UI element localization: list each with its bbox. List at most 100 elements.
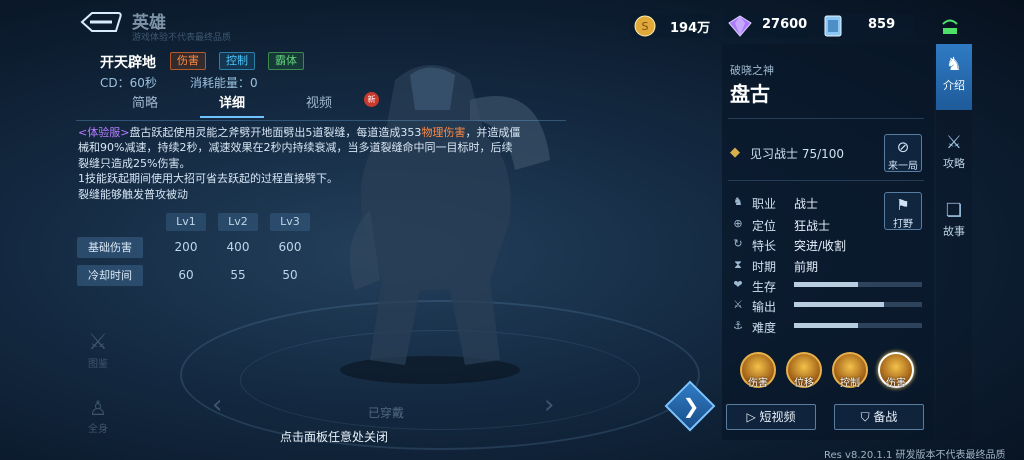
prepare-label: 备战 bbox=[873, 410, 898, 424]
next-skin-arrow[interactable]: › bbox=[544, 390, 554, 420]
jungle-label: 打野 bbox=[893, 219, 913, 230]
tab-detail[interactable]: 详细 bbox=[197, 92, 267, 118]
fullbody-label: 全身 bbox=[88, 424, 108, 435]
attr-value-specialty: 突进/收割 bbox=[794, 239, 847, 253]
skill-cooldown: CD：60秒 bbox=[100, 76, 157, 90]
play-once-button[interactable]: ⊘ 来一局 bbox=[884, 134, 922, 172]
level-header-1: Lv1 bbox=[166, 213, 206, 231]
short-video-button[interactable]: ▷ 短视频 bbox=[726, 404, 816, 430]
short-video-label: 短视频 bbox=[759, 410, 796, 424]
table-cell: 60 bbox=[178, 268, 194, 282]
specialty-icon: ↻ bbox=[733, 237, 743, 250]
damage-bar-fill bbox=[794, 302, 884, 307]
fullbody-item[interactable]: ♙ 全身 bbox=[78, 396, 118, 435]
skill-name: 开天辟地 bbox=[100, 55, 156, 71]
damage-bar bbox=[794, 302, 922, 307]
divider bbox=[728, 118, 924, 119]
desc-line-3: 裂缝只造成25%伤害。 bbox=[78, 156, 191, 170]
play-once-label: 来一局 bbox=[888, 161, 918, 172]
attr-value-class: 战士 bbox=[794, 197, 819, 211]
voucher-value: 859 bbox=[868, 17, 896, 32]
attr-key-position: 定位 bbox=[752, 219, 777, 233]
gallery-label: 图鉴 bbox=[88, 359, 108, 370]
difficulty-icon: ⚓ bbox=[733, 319, 743, 332]
desc-line-5: 裂缝能够触发普攻被动 bbox=[78, 187, 188, 201]
nav-intro-label: 介绍 bbox=[943, 79, 965, 92]
row-label-cooldown: 冷却时间 bbox=[77, 265, 143, 286]
row-label-base-damage: 基础伤害 bbox=[77, 237, 143, 258]
nav-guide-label: 攻略 bbox=[943, 157, 965, 170]
close-hint: 点击面板任意处关闭 bbox=[280, 430, 389, 444]
skill-tabs: 简略 详细 视频 bbox=[90, 92, 560, 120]
survival-icon: ❤ bbox=[733, 278, 743, 291]
table-cell: 55 bbox=[230, 268, 246, 282]
desc-physical-damage: 物理伤害 bbox=[421, 126, 466, 139]
nav-intro[interactable]: ♞ 介绍 bbox=[936, 44, 972, 110]
stat-key-damage: 输出 bbox=[752, 300, 777, 314]
table-cell: 400 bbox=[226, 240, 250, 254]
back-button[interactable] bbox=[78, 10, 122, 34]
active-tab-indicator bbox=[200, 116, 264, 118]
prev-skin-arrow[interactable]: ‹ bbox=[212, 390, 222, 420]
jungle-button[interactable]: ⚑ 打野 bbox=[884, 192, 922, 230]
attr-key-class: 职业 bbox=[752, 197, 777, 211]
badge-label: 伤害 bbox=[748, 378, 768, 389]
play-icon: ▷ bbox=[746, 410, 760, 424]
voucher-card-icon bbox=[824, 15, 842, 37]
skill-description: <体验服>盘古跃起使用灵能之斧劈开地面劈出5道裂缝，每道造成353物理伤害，并造… bbox=[78, 125, 548, 202]
gold-coin-icon: S bbox=[634, 15, 656, 37]
stat-key-difficulty: 难度 bbox=[752, 321, 777, 335]
nav-guide[interactable]: ⚔ 攻略 bbox=[936, 122, 972, 188]
version-note: Res v8.20.1.1 研发版本不代表最终品质 bbox=[824, 450, 1006, 460]
new-badge: 新 bbox=[364, 92, 379, 107]
diamond-icon bbox=[728, 15, 752, 37]
level-header-2: Lv2 bbox=[218, 213, 258, 231]
level-header-3: Lv3 bbox=[270, 213, 310, 231]
book-icon: ❏ bbox=[945, 200, 963, 221]
nav-story-label: 故事 bbox=[943, 225, 965, 238]
divider bbox=[728, 180, 924, 181]
table-cell: 200 bbox=[174, 240, 198, 254]
shield-icon: ⛉ bbox=[860, 410, 874, 424]
gold-value: 194万 bbox=[670, 21, 711, 36]
difficulty-bar-fill bbox=[794, 323, 858, 328]
skill-tag-damage: 伤害 bbox=[170, 52, 206, 70]
tab-divider bbox=[76, 120, 566, 121]
badge-label: 控制 bbox=[840, 378, 860, 389]
position-icon: ⊕ bbox=[733, 217, 743, 230]
survival-bar-fill bbox=[794, 282, 858, 287]
skill-tag-unstoppable: 霸体 bbox=[268, 52, 304, 70]
desc-line-1a: 盘古跃起使用灵能之斧劈开地面劈出5道裂缝，每道造成353 bbox=[129, 126, 422, 139]
crossed-swords-icon: ⚔ bbox=[945, 132, 963, 153]
tab-video[interactable]: 视频 bbox=[284, 92, 354, 118]
hero-name: 盘古 bbox=[730, 82, 770, 106]
network-signal-icon bbox=[942, 19, 958, 34]
helmet-icon: ♞ bbox=[945, 54, 963, 75]
chevron-right-icon: ❯ bbox=[682, 394, 700, 418]
stat-key-survival: 生存 bbox=[752, 280, 777, 294]
fullbody-icon: ♙ bbox=[89, 396, 107, 420]
hero-title: 破晓之神 bbox=[730, 64, 774, 77]
gallery-item[interactable]: ⚔ 图鉴 bbox=[78, 330, 118, 370]
prepare-button[interactable]: ⛉ 备战 bbox=[834, 404, 924, 430]
nav-story[interactable]: ❏ 故事 bbox=[936, 190, 972, 256]
rank-icon: ◆ bbox=[730, 145, 740, 160]
page-subtitle: 游戏体验不代表最终品质 bbox=[132, 33, 232, 43]
difficulty-bar bbox=[794, 323, 922, 328]
skill-energy-cost: 消耗能量：0 bbox=[190, 76, 258, 90]
jungle-icon: ⚑ bbox=[896, 196, 910, 214]
table-cell: 600 bbox=[278, 240, 302, 254]
table-cell: 50 bbox=[282, 268, 298, 282]
attr-value-position: 狂战士 bbox=[794, 219, 831, 233]
desc-line-2: 械和90%减速，持续2秒，减速效果在2秒内持续衰减，当多道裂缝命中同一目标时，后… bbox=[78, 141, 513, 155]
survival-bar bbox=[794, 282, 922, 287]
class-icon: ♞ bbox=[733, 195, 743, 208]
attr-key-period: 时期 bbox=[752, 260, 777, 274]
attr-value-period: 前期 bbox=[794, 260, 819, 274]
attr-key-specialty: 特长 bbox=[752, 239, 777, 253]
svg-text:S: S bbox=[642, 20, 649, 33]
tab-brief[interactable]: 简略 bbox=[110, 92, 180, 118]
desc-line-4: 1技能跃起期间使用大招可省去跃起的过程直接劈下。 bbox=[78, 172, 338, 186]
desc-line-1c: ，并造成僵 bbox=[465, 126, 521, 139]
damage-icon: ⚔ bbox=[733, 298, 743, 311]
